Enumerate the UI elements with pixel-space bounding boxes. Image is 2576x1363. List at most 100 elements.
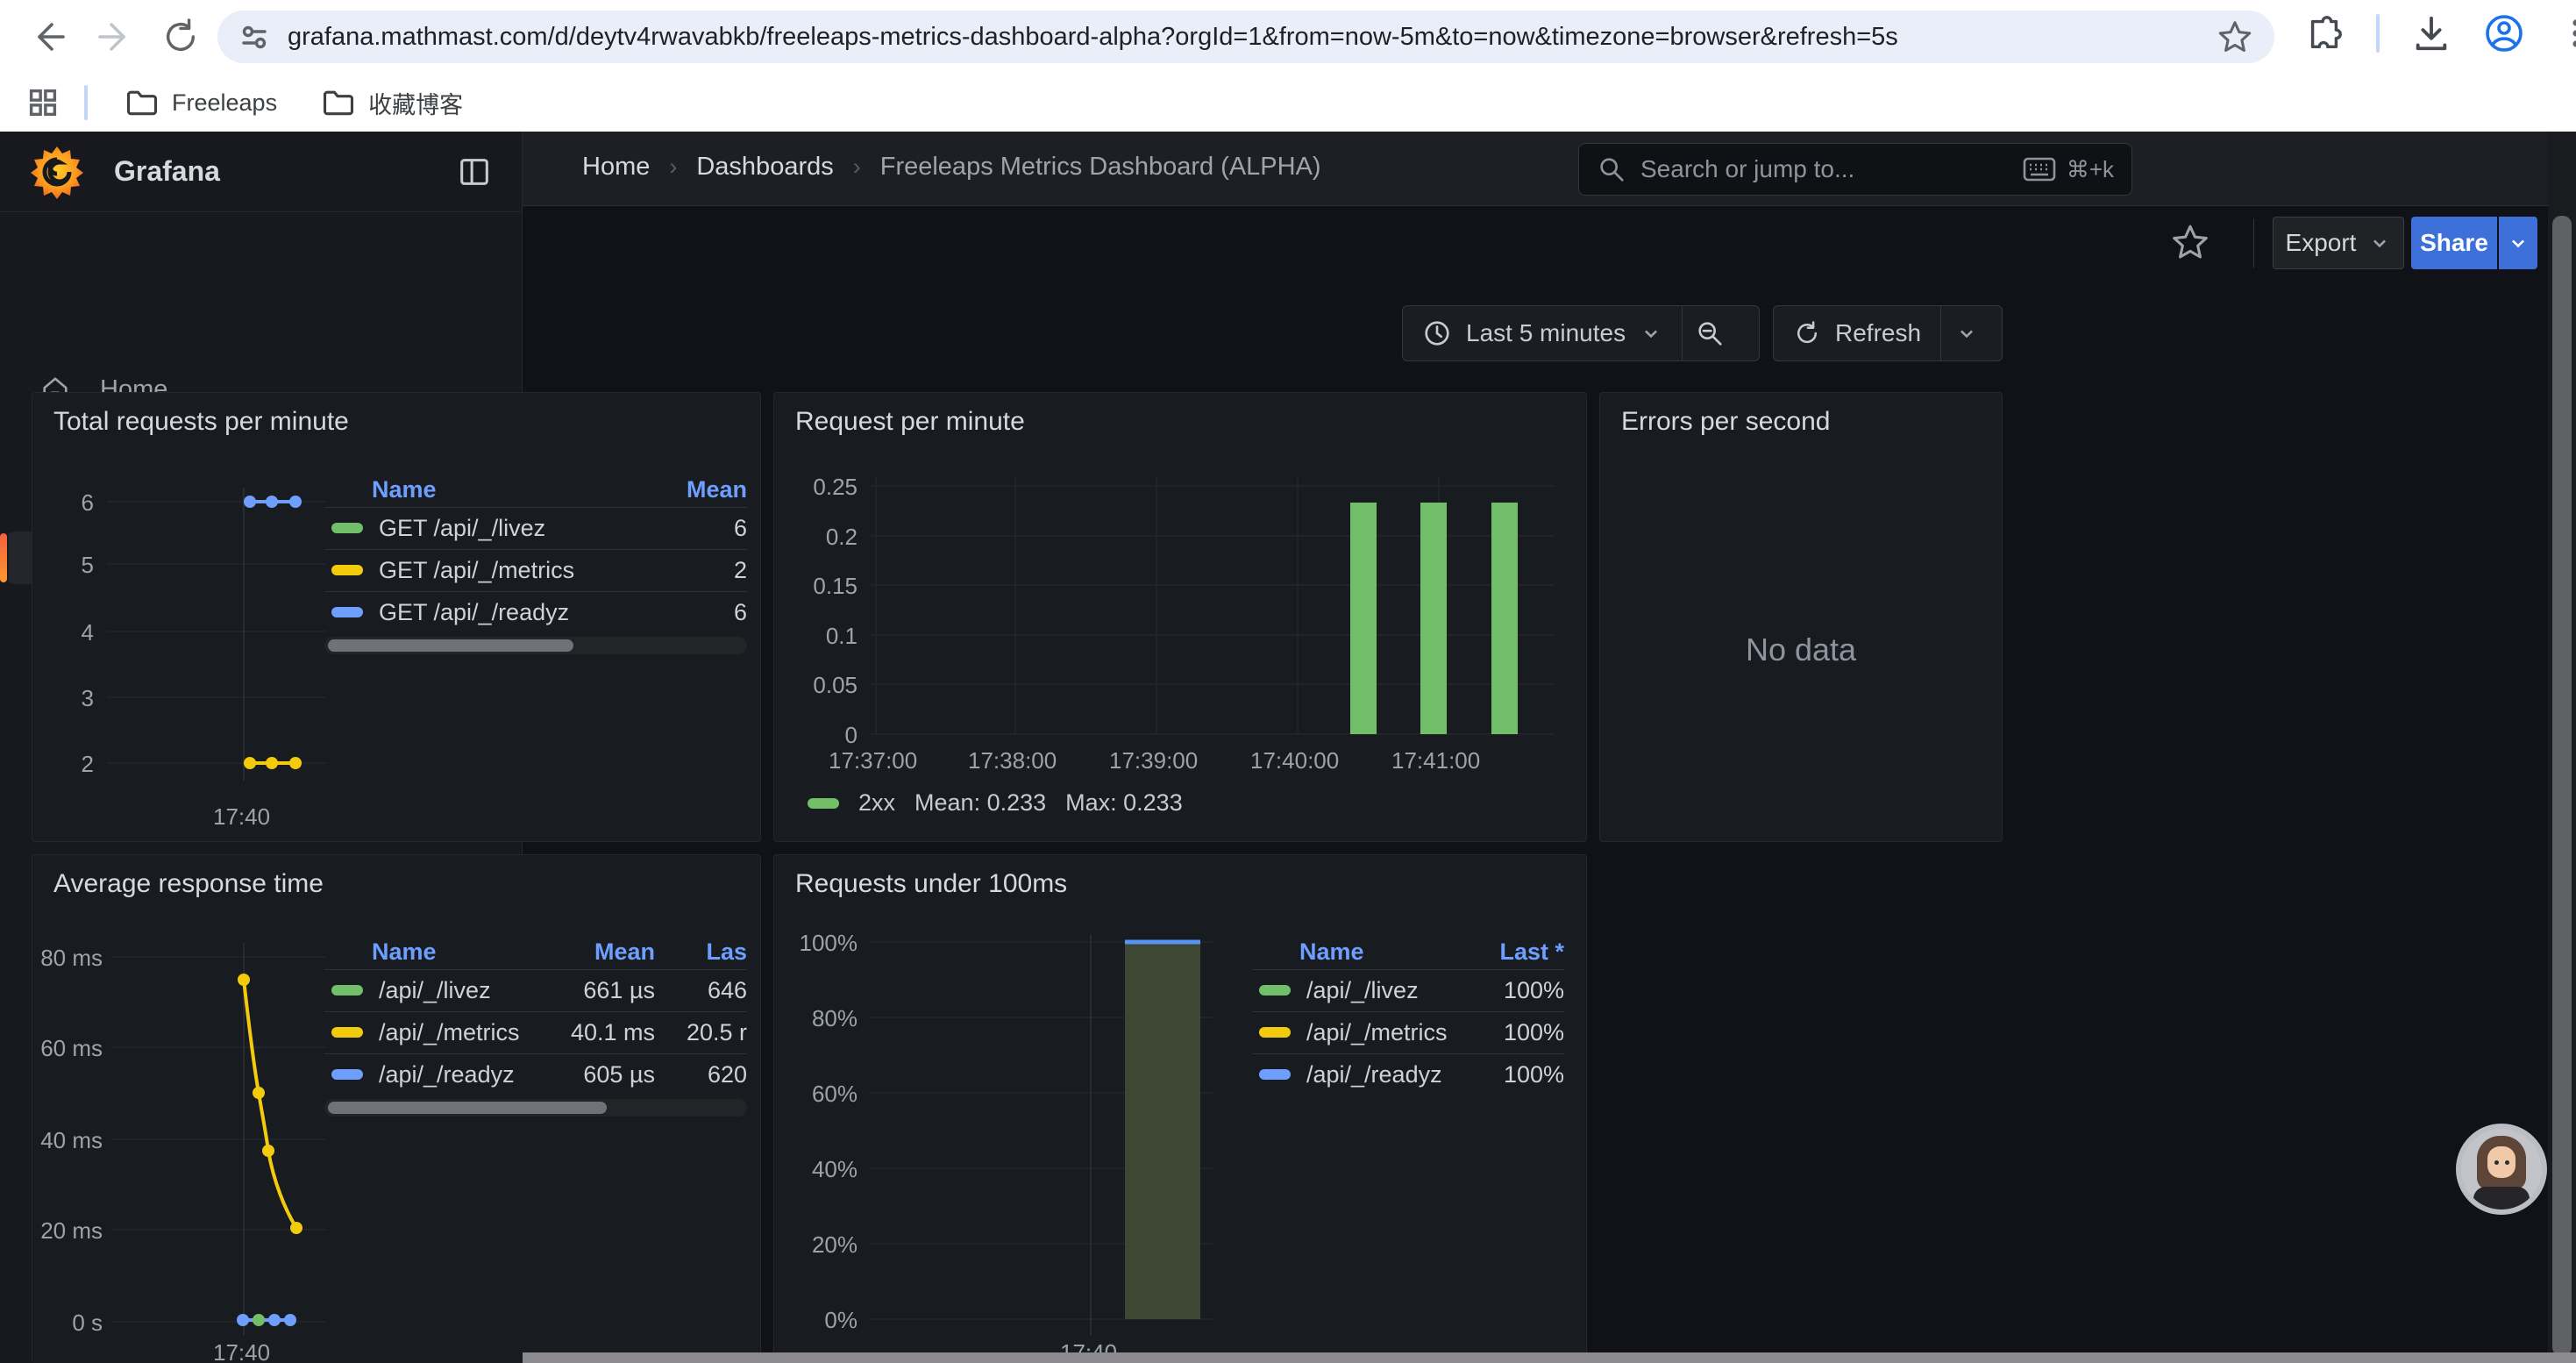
back-icon[interactable]: [26, 16, 68, 58]
col-name[interactable]: Name: [372, 476, 642, 503]
refresh-interval-button[interactable]: [1941, 306, 1992, 360]
col-last[interactable]: Last *: [1468, 938, 1564, 966]
browser-actions: [2304, 12, 2576, 54]
shortcut-hint: ⌘+k: [2023, 156, 2114, 183]
series-mean: 6: [642, 599, 747, 626]
favorite-star-icon[interactable]: [2170, 222, 2210, 262]
profile-icon[interactable]: [2483, 12, 2525, 54]
time-range-button[interactable]: Last 5 minutes: [1403, 306, 1682, 360]
y-tick: 40%: [783, 1156, 857, 1183]
legend-scrollbar-thumb[interactable]: [328, 1102, 607, 1114]
chevron-down-icon: [1640, 322, 1662, 345]
panel-requests-under-100ms[interactable]: Requests under 100ms 100% 80% 60% 40% 20…: [773, 854, 1587, 1363]
row-divider: [324, 1011, 747, 1012]
url-bar[interactable]: grafana.mathmast.com/d/deytv4rwavabkb/fr…: [217, 11, 2274, 63]
col-mean[interactable]: Mean: [642, 476, 747, 503]
share-menu-button[interactable]: [2499, 217, 2537, 269]
area-chart: [774, 855, 1588, 1363]
series-name: /api/_/livez: [379, 977, 532, 1004]
grafana-logo-icon[interactable]: [30, 145, 84, 199]
y-tick: 0: [792, 722, 857, 749]
col-mean[interactable]: Mean: [532, 938, 655, 966]
breadcrumb-home[interactable]: Home: [582, 153, 650, 182]
download-icon[interactable]: [2411, 13, 2451, 54]
menu-kebab-icon[interactable]: [2557, 14, 2576, 53]
legend-row[interactable]: /api/_/metrics 100%: [1252, 1013, 1564, 1052]
grafana-app: Grafana Home Bookmarks: [0, 132, 2576, 1363]
refresh-button[interactable]: Refresh: [1774, 306, 1940, 360]
page-scrollbar-thumb[interactable]: [2552, 216, 2572, 1356]
legend-scrollbar[interactable]: [324, 637, 747, 654]
series-color-pill: [1259, 1027, 1291, 1038]
url-text[interactable]: grafana.mathmast.com/d/deytv4rwavabkb/fr…: [288, 23, 2217, 52]
y-tick: 0.1: [792, 623, 857, 650]
panel-errors-per-second[interactable]: Errors per second No data: [1599, 392, 2003, 842]
series-name: GET /api/_/livez: [379, 515, 642, 542]
y-tick: 3: [50, 685, 94, 712]
legend-row[interactable]: GET /api/_/readyz 6: [324, 593, 747, 632]
legend-row[interactable]: GET /api/_/metrics 2: [324, 551, 747, 589]
reload-icon[interactable]: [160, 16, 202, 58]
series-name: /api/_/readyz: [379, 1061, 532, 1088]
sidebar-collapse-icon[interactable]: [456, 153, 493, 190]
legend-scrollbar[interactable]: [324, 1099, 747, 1117]
legend-row[interactable]: GET /api/_/livez 6: [324, 509, 747, 547]
bookmark-folder-freeleaps[interactable]: Freeleaps: [110, 78, 291, 127]
series-color-pill: [331, 607, 363, 617]
refresh-icon: [1793, 319, 1821, 347]
extensions-icon[interactable]: [2304, 13, 2345, 54]
series-color-pill: [1259, 1069, 1291, 1080]
series-name: /api/_/metrics: [1306, 1019, 1468, 1046]
export-button[interactable]: Export: [2273, 217, 2404, 269]
y-tick: 5: [50, 552, 94, 579]
panel-total-requests[interactable]: Total requests per minute 6 5 4 3 2 17:4…: [32, 392, 761, 842]
y-tick: 80 ms: [32, 945, 103, 972]
y-tick: 100%: [783, 930, 857, 957]
x-tick: 17:40: [213, 803, 270, 831]
legend-row[interactable]: /api/_/livez 661 µs 646: [324, 971, 747, 1010]
legend-row[interactable]: /api/_/readyz 100%: [1252, 1055, 1564, 1094]
breadcrumb-dashboards[interactable]: Dashboards: [696, 153, 833, 182]
row-divider: [324, 591, 747, 592]
col-name[interactable]: Name: [372, 938, 532, 966]
x-tick: 17:39:00: [1109, 747, 1198, 774]
series-name[interactable]: 2xx: [858, 789, 895, 817]
legend-row[interactable]: /api/_/readyz 605 µs 620: [324, 1055, 747, 1094]
chevron-down-icon: [1955, 322, 1978, 345]
forward-icon[interactable]: [95, 16, 137, 58]
horizontal-scrollbar[interactable]: [523, 1352, 2576, 1363]
legend-row[interactable]: /api/_/metrics 40.1 ms 20.5 r: [324, 1013, 747, 1052]
legend-scrollbar-thumb[interactable]: [328, 639, 573, 652]
y-tick: 6: [50, 489, 94, 517]
avatar-body: [2473, 1187, 2530, 1213]
dashboard-header: Home › Dashboards › Freeleaps Metrics Da…: [523, 132, 2576, 206]
panel-request-per-minute[interactable]: Request per minute 0.25 0.2 0.15 0.1 0.0…: [773, 392, 1587, 842]
series-mean: 605 µs: [532, 1061, 655, 1088]
search-input[interactable]: [1640, 155, 2023, 183]
avatar-face: [2487, 1146, 2516, 1178]
col-last[interactable]: Las: [655, 938, 747, 966]
share-button[interactable]: Share: [2411, 217, 2497, 269]
y-tick: 0%: [783, 1307, 857, 1334]
bookmark-star-icon[interactable]: [2217, 18, 2253, 55]
refresh-label: Refresh: [1835, 319, 1921, 347]
panel-avg-response-time[interactable]: Average response time 80 ms 60 ms 40 ms …: [32, 854, 761, 1363]
floating-avatar[interactable]: [2456, 1124, 2547, 1215]
row-divider: [1252, 1011, 1564, 1012]
apps-grid-icon[interactable]: [25, 84, 61, 121]
y-tick: 60%: [783, 1081, 857, 1108]
zoom-out-button[interactable]: [1683, 306, 1737, 360]
bookmark-folder-blogs[interactable]: 收藏博客: [307, 78, 477, 127]
breadcrumb-current: Freeleaps Metrics Dashboard (ALPHA): [880, 153, 1321, 182]
bookmarks-bar: Freeleaps 收藏博客: [0, 74, 2576, 132]
y-tick: 0 s: [32, 1309, 103, 1337]
search-box[interactable]: ⌘+k: [1578, 143, 2132, 196]
row-divider: [1252, 969, 1564, 970]
actions-divider: [2253, 218, 2254, 268]
col-name[interactable]: Name: [1299, 938, 1468, 966]
row-divider: [324, 969, 747, 970]
site-settings-icon[interactable]: [238, 21, 270, 53]
legend-row[interactable]: /api/_/livez 100%: [1252, 971, 1564, 1010]
series-color-pill: [331, 565, 363, 575]
series-color-pill: [331, 1069, 363, 1080]
